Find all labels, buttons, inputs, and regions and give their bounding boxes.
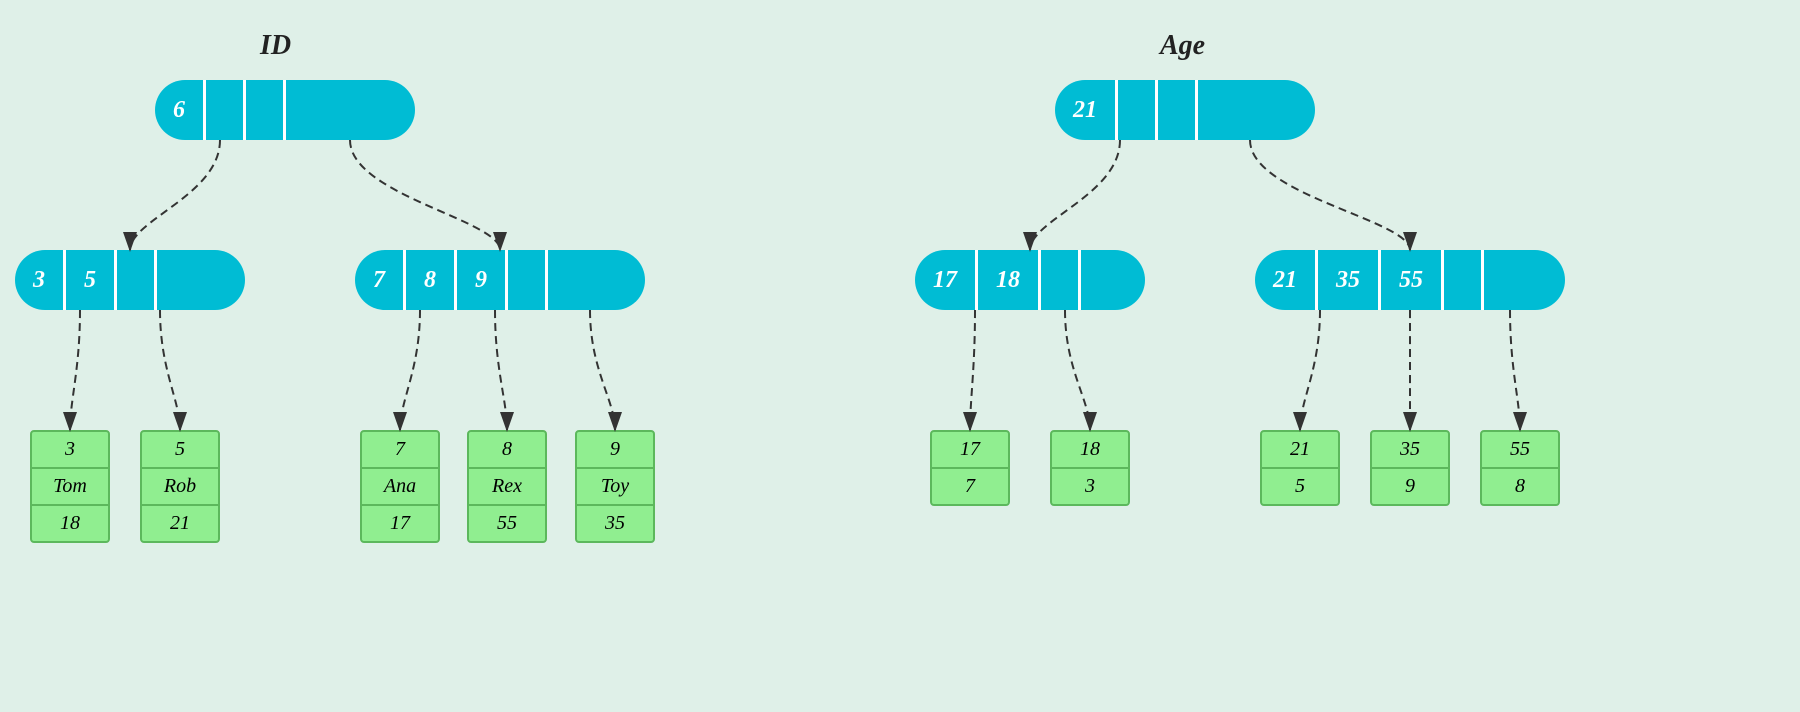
left-root-cell-1: 6 [155,80,206,140]
left-leaf-5-id: 9 [577,432,653,469]
right-l2-right-spacer-2 [1484,250,1524,310]
left-leaf-4-age: 55 [469,506,545,541]
left-root-node: 6 [155,80,415,140]
left-leaf-5: 9 Toy 35 [575,430,655,543]
right-l2-left-cell-2: 18 [978,250,1041,310]
right-leaf-4-id: 9 [1372,469,1448,504]
left-leaf-3-id: 7 [362,432,438,469]
left-leaf-1-id: 3 [32,432,108,469]
left-root-spacer-1 [206,80,246,140]
right-l2-right-cell-1: 21 [1255,250,1318,310]
left-root-spacer-2 [246,80,286,140]
left-tree: ID 6 3 5 7 8 9 3 Tom 18 [0,0,900,712]
right-l2-left-spacer-2 [1081,250,1121,310]
left-leaf-2-id: 5 [142,432,218,469]
right-leaf-5-id: 8 [1482,469,1558,504]
left-l2-right-spacer-1 [508,250,548,310]
left-title: ID [260,30,291,62]
left-leaf-4-id: 8 [469,432,545,469]
left-leaf-5-name: Toy [577,469,653,506]
right-l2-right-cell-2: 35 [1318,250,1381,310]
left-l2-left-spacer-2 [157,250,197,310]
right-level2-left-node: 17 18 [915,250,1145,310]
right-leaf-3: 21 5 [1260,430,1340,506]
right-leaf-2-id: 3 [1052,469,1128,504]
left-leaf-5-age: 35 [577,506,653,541]
left-l2-right-cell-3: 9 [457,250,508,310]
right-leaf-4-age: 35 [1372,432,1448,469]
right-leaf-3-age: 21 [1262,432,1338,469]
left-leaf-2-name: Rob [142,469,218,506]
right-root-spacer-1 [1118,80,1158,140]
right-leaf-5-age: 55 [1482,432,1558,469]
left-l2-left-spacer-1 [117,250,157,310]
left-leaf-3-name: Ana [362,469,438,506]
right-l2-left-spacer-1 [1041,250,1081,310]
right-leaf-4: 35 9 [1370,430,1450,506]
left-leaf-4: 8 Rex 55 [467,430,547,543]
right-root-spacer-2 [1158,80,1198,140]
right-tree: Age 21 17 18 21 35 55 17 7 [900,0,1800,712]
right-arrows [900,0,1800,712]
right-root-cell-1: 21 [1055,80,1118,140]
left-level2-left-node: 3 5 [15,250,245,310]
right-title: Age [1160,30,1205,62]
left-l2-right-cell-2: 8 [406,250,457,310]
left-leaf-2: 5 Rob 21 [140,430,220,543]
right-level2-right-node: 21 35 55 [1255,250,1565,310]
left-l2-right-spacer-2 [548,250,588,310]
right-l2-left-cell-1: 17 [915,250,978,310]
diagram-container: ID 6 3 5 7 8 9 3 Tom 18 [0,0,1800,712]
right-leaf-1: 17 7 [930,430,1010,506]
left-root-spacer-3 [286,80,326,140]
left-l2-left-cell-2: 5 [66,250,117,310]
left-leaf-1-age: 18 [32,506,108,541]
left-arrows [0,0,900,712]
left-leaf-3: 7 Ana 17 [360,430,440,543]
right-root-node: 21 [1055,80,1315,140]
left-l2-right-cell-1: 7 [355,250,406,310]
left-leaf-2-age: 21 [142,506,218,541]
left-level2-right-node: 7 8 9 [355,250,645,310]
right-leaf-1-id: 7 [932,469,1008,504]
right-root-spacer-3 [1198,80,1238,140]
left-leaf-4-name: Rex [469,469,545,506]
right-leaf-5: 55 8 [1480,430,1560,506]
right-leaf-1-age: 17 [932,432,1008,469]
right-l2-right-spacer-1 [1444,250,1484,310]
left-leaf-1-name: Tom [32,469,108,506]
right-leaf-2: 18 3 [1050,430,1130,506]
left-leaf-1: 3 Tom 18 [30,430,110,543]
left-leaf-3-age: 17 [362,506,438,541]
right-leaf-3-id: 5 [1262,469,1338,504]
left-l2-left-cell-1: 3 [15,250,66,310]
right-l2-right-cell-3: 55 [1381,250,1444,310]
right-leaf-2-age: 18 [1052,432,1128,469]
